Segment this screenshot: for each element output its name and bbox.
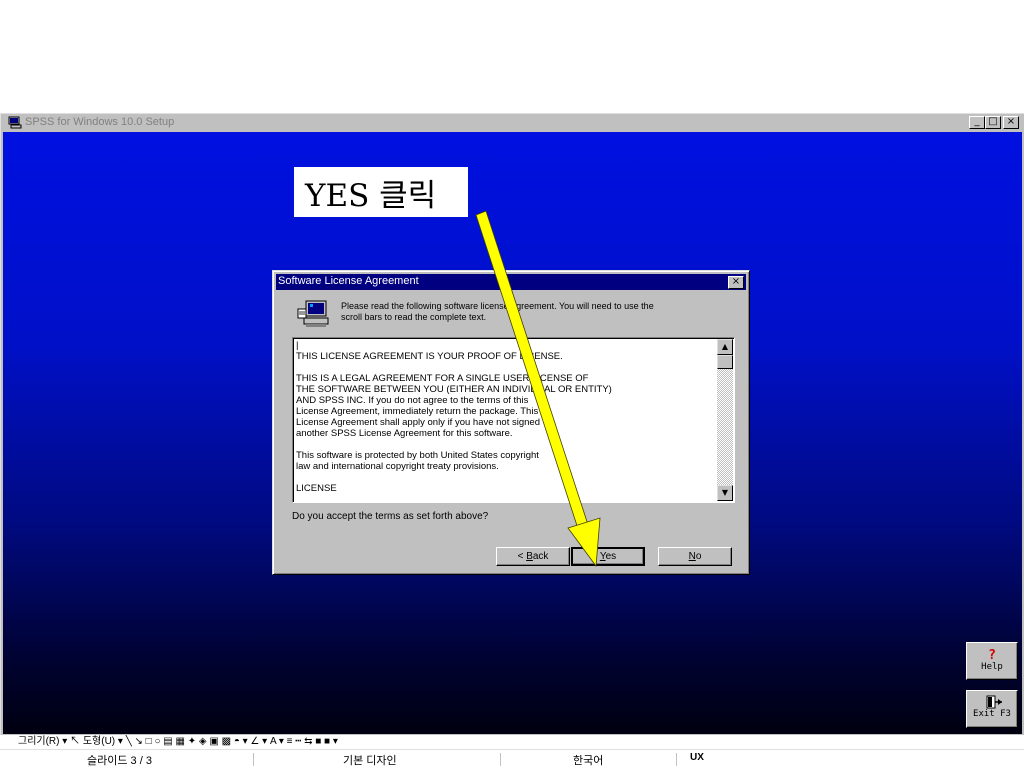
status-divider	[253, 753, 254, 766]
scroll-down-arrow-icon[interactable]: ▼	[717, 485, 733, 501]
dialog-intro-text: Please read the following software licen…	[341, 301, 654, 322]
help-button[interactable]: ? Help	[966, 642, 1018, 680]
back-button[interactable]: < Back	[496, 547, 570, 566]
window-controls: _ □ ×	[969, 116, 1019, 129]
computer-icon	[297, 300, 329, 327]
yes-button[interactable]: Yes	[571, 547, 645, 566]
no-accelerator: N	[688, 551, 696, 562]
dialog-titlebar[interactable]: Software License Agreement ×	[276, 274, 746, 290]
close-window-button[interactable]: ×	[1003, 116, 1019, 129]
exit-door-icon	[986, 695, 1002, 709]
scroll-thumb[interactable]	[717, 355, 733, 369]
dialog-title: Software License Agreement	[278, 275, 419, 287]
license-text-area[interactable]: | THIS LICENSE AGREEMENT IS YOUR PROOF O…	[292, 337, 735, 503]
scroll-up-arrow-icon[interactable]: ▲	[717, 339, 733, 355]
instruction-callout: YES 클릭	[294, 167, 468, 217]
setup-window-title: SPSS for Windows 10.0 Setup	[25, 116, 175, 128]
dialog-close-button[interactable]: ×	[728, 276, 744, 289]
status-slide-number: 슬라이드 3 / 3	[87, 755, 152, 767]
yes-label-rest: es	[605, 551, 617, 562]
help-icon: ?	[988, 648, 996, 663]
status-divider	[500, 753, 501, 766]
status-bar: 슬라이드 3 / 3 기본 디자인 한국어 UX	[0, 749, 1024, 769]
help-label: Help	[981, 662, 1003, 672]
license-text: | THIS LICENSE AGREEMENT IS YOUR PROOF O…	[296, 340, 612, 494]
exit-label: Exit F3	[973, 709, 1011, 719]
drawing-toolbar-items[interactable]: 그리기(R) ▾ ↖ 도형(U) ▾ ╲ ↘ □ ○ ▤ ▦ ✦ ◈ ▣ ▩ ◓…	[18, 735, 338, 747]
accept-question: Do you accept the terms as set forth abo…	[292, 511, 489, 522]
status-divider	[676, 753, 677, 766]
callout-text: YES 클릭	[305, 177, 437, 214]
back-accelerator: B	[526, 551, 533, 562]
back-prefix: <	[517, 551, 527, 562]
minimize-button[interactable]: _	[969, 116, 985, 129]
license-dialog: Software License Agreement × Please read…	[272, 270, 750, 575]
status-language: 한국어	[573, 755, 604, 767]
setup-titlebar[interactable]: SPSS for Windows 10.0 Setup _ □ ×	[3, 115, 1022, 131]
no-label-rest: o	[695, 551, 702, 562]
status-indicator: UX	[690, 752, 704, 763]
maximize-button[interactable]: □	[985, 116, 1001, 129]
drawing-toolbar[interactable]: 그리기(R) ▾ ↖ 도형(U) ▾ ╲ ↘ □ ○ ▤ ▦ ✦ ◈ ▣ ▩ ◓…	[0, 735, 1024, 749]
no-button[interactable]: No	[658, 547, 732, 566]
exit-button[interactable]: Exit F3	[966, 690, 1018, 728]
status-design: 기본 디자인	[343, 755, 397, 767]
setup-app-icon	[8, 116, 22, 129]
license-scrollbar[interactable]: ▲ ▼	[717, 339, 733, 501]
back-label-rest: ack	[532, 551, 549, 562]
